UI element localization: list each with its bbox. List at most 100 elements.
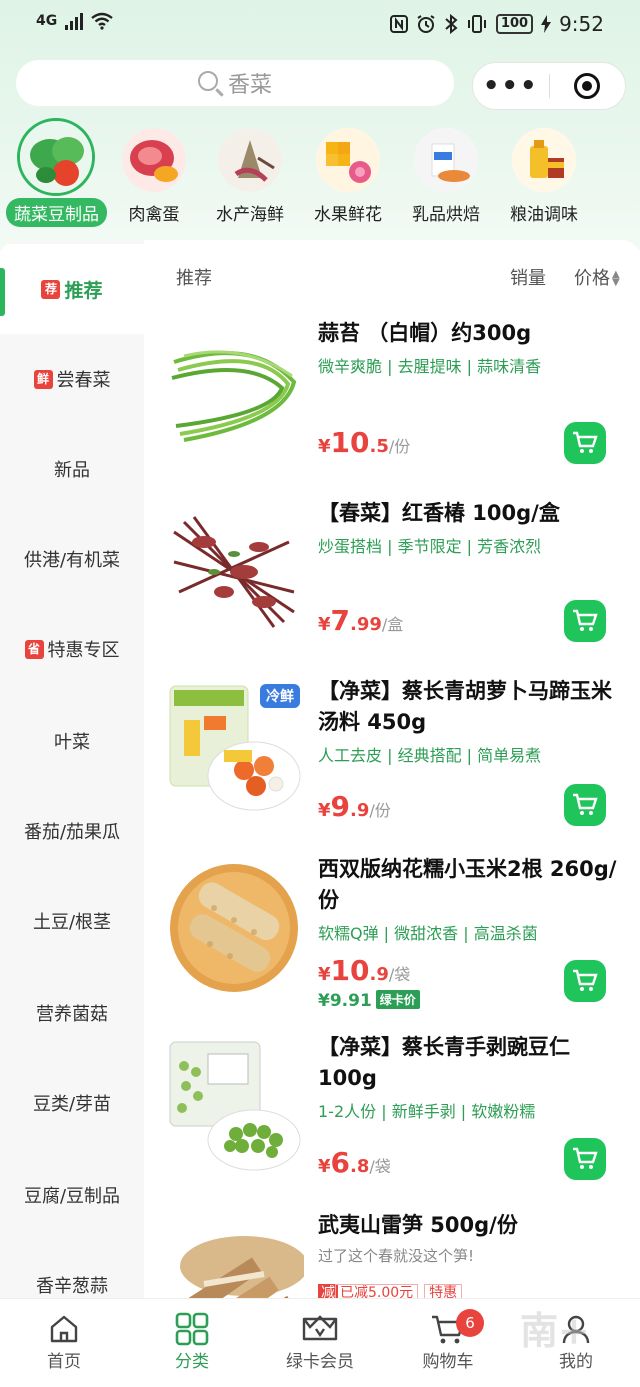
add-to-cart-button[interactable]: [564, 784, 606, 826]
cart-icon: [573, 969, 598, 991]
category-vegetables[interactable]: 蔬菜豆制品: [6, 118, 107, 227]
category-label: 蔬菜豆制品: [6, 198, 107, 227]
sidebar-item-mushroom[interactable]: 营养菌菇: [0, 968, 144, 1058]
product-subtitle: 过了这个春就没这个笋!: [318, 1247, 475, 1265]
sort-recommend[interactable]: 推荐: [176, 264, 212, 290]
sidebar-item-label: 叶菜: [54, 732, 90, 753]
product-image: [164, 502, 304, 642]
battery-icon: 100: [495, 14, 534, 34]
sort-bar: 推荐 销量 价格 ▲ ▼: [144, 240, 640, 310]
category-label: 乳品烘焙: [412, 205, 480, 225]
sort-price-label: 价格: [574, 268, 610, 289]
tab-home[interactable]: 首页: [0, 1311, 128, 1372]
sidebar-item-label: 香辛葱蒜: [36, 1276, 108, 1297]
product-card[interactable]: 武夷山雷笋 500g/份 过了这个春就没这个笋! 减已减5.00元 特惠: [158, 1210, 628, 1298]
category-meat[interactable]: 肉禽蛋: [104, 118, 204, 225]
alarm-icon: [417, 15, 435, 33]
special-offer-badge: 特惠: [424, 1284, 463, 1298]
product-title: 【春菜】红香椿 100g/盒: [318, 501, 560, 525]
sidebar-item-tofu[interactable]: 豆腐/豆制品: [0, 1150, 144, 1240]
cold-fresh-badge: 冷鲜: [260, 684, 300, 708]
currency-symbol: ¥: [318, 436, 331, 457]
price-unit: /份: [388, 437, 411, 456]
tab-label: 购物车: [422, 1352, 474, 1372]
subcategory-sidebar: 荐 推荐 鲜 尝春菜 新品 供港/有机菜 省 特惠专区 叶菜 番茄/茄果瓜 土豆…: [0, 240, 144, 1298]
currency-symbol: ¥: [318, 964, 331, 985]
product-tags: 微辛爽脆 | 去腥提味 | 蒜味清香: [318, 357, 542, 376]
currency-symbol: ¥: [318, 614, 331, 635]
sidebar-item-label: 新品: [54, 460, 90, 481]
product-price: ¥10.9/袋: [318, 954, 410, 987]
product-card[interactable]: 【春菜】红香椿 100g/盒 炒蛋搭档 | 季节限定 | 芳香浓烈 ¥7.99/…: [158, 498, 628, 676]
sidebar-item-label: 豆类/芽苗: [32, 1094, 112, 1115]
meat-image: [122, 128, 186, 192]
price-integer: 10: [330, 954, 370, 987]
product-card[interactable]: 【净菜】蔡长青手剥豌豆仁100g 1-2人份 | 新鲜手剥 | 软嫩粉糯 ¥6.…: [158, 1032, 628, 1210]
sidebar-item-recommend[interactable]: 荐 推荐: [0, 244, 144, 334]
sidebar-item-label: 营养菌菇: [36, 1004, 108, 1025]
home-icon: [50, 1315, 78, 1343]
product-title: 【净菜】蔡长青手剥豌豆仁100g: [318, 1035, 570, 1090]
product-title: 西双版纳花糯小玉米2根 260g/份: [318, 857, 617, 912]
fruit-image: [316, 128, 380, 192]
product-image: [164, 858, 304, 998]
sidebar-item-potato[interactable]: 土豆/根茎: [0, 876, 144, 966]
cart-icon: [573, 431, 598, 453]
add-to-cart-button[interactable]: [564, 1138, 606, 1180]
more-options-button[interactable]: •••: [473, 73, 549, 99]
category-dairy[interactable]: 乳品烘焙: [396, 118, 496, 225]
category-fruit[interactable]: 水果鲜花: [298, 118, 398, 225]
tab-category[interactable]: 分类: [128, 1311, 256, 1372]
sidebar-item-organic[interactable]: 供港/有机菜: [0, 514, 144, 604]
sidebar-item-label: 尝春菜: [56, 370, 111, 391]
product-tags: 软糯Q弹 | 微甜浓香 | 高温杀菌: [318, 924, 538, 943]
sidebar-item-leafy[interactable]: 叶菜: [0, 696, 144, 786]
save-badge: 省: [24, 639, 44, 659]
fresh-badge: 鲜: [33, 369, 53, 389]
product-tags: 人工去皮 | 经典搭配 | 简单易煮: [318, 746, 542, 765]
search-input[interactable]: 香菜: [16, 60, 454, 106]
product-title: 蒜苔 （白帽）约300g: [318, 321, 532, 345]
sidebar-item-tomato[interactable]: 番茄/茄果瓜: [0, 786, 144, 876]
price-unit: /份: [369, 801, 391, 820]
product-card[interactable]: 冷鲜 【净菜】蔡长青胡萝卜马蹄玉米汤料 450g 人工去皮 | 经典搭配 | 简…: [158, 676, 628, 854]
cart-count-badge: 6: [456, 1309, 484, 1337]
product-card[interactable]: 蒜苔 （白帽）约300g 微辛爽脆 | 去腥提味 | 蒜味清香 ¥10.5/份: [158, 318, 628, 496]
sidebar-item-spring-vegetables[interactable]: 鲜 尝春菜: [0, 334, 144, 424]
sidebar-item-spices[interactable]: 香辛葱蒜: [0, 1240, 144, 1298]
tab-label: 分类: [175, 1352, 209, 1372]
add-to-cart-button[interactable]: [564, 600, 606, 642]
sort-sales[interactable]: 销量: [510, 264, 546, 290]
dairy-image: [414, 128, 478, 192]
sort-price[interactable]: 价格 ▲ ▼: [574, 264, 620, 290]
tab-cart[interactable]: 6 购物车: [384, 1309, 512, 1372]
currency-symbol: ¥: [318, 800, 331, 821]
product-card[interactable]: 西双版纳花糯小玉米2根 260g/份 软糯Q弹 | 微甜浓香 | 高温杀菌 ¥1…: [158, 854, 628, 1032]
category-row: 蔬菜豆制品 肉禽蛋 水产海鲜 水果鲜花 乳品烘焙 粮油调味 全部: [0, 118, 640, 320]
category-grain-oil[interactable]: 粮油调味: [494, 118, 594, 225]
cart-icon: [573, 793, 598, 815]
product-tags: 炒蛋搭档 | 季节限定 | 芳香浓烈: [318, 537, 542, 556]
miniprogram-capsule: •••: [472, 62, 626, 110]
category-label: 水果鲜花: [314, 205, 382, 225]
sidebar-item-special-offers[interactable]: 省 特惠专区: [0, 604, 144, 694]
product-price: ¥6.8/袋: [318, 1146, 391, 1179]
sidebar-item-new[interactable]: 新品: [0, 424, 144, 514]
vegetables-image: [17, 118, 95, 196]
price-decimal: .9: [350, 800, 370, 821]
discount-amount: 已减5.00元: [335, 1284, 419, 1298]
sidebar-item-beans[interactable]: 豆类/芽苗: [0, 1058, 144, 1148]
cart-icon: [573, 1147, 598, 1169]
recommend-badge: 荐: [41, 279, 61, 299]
main-panel: 荐 推荐 鲜 尝春菜 新品 供港/有机菜 省 特惠专区 叶菜 番茄/茄果瓜 土豆…: [0, 240, 640, 1298]
add-to-cart-button[interactable]: [564, 960, 606, 1002]
category-seafood[interactable]: 水产海鲜: [200, 118, 300, 225]
close-miniprogram-button[interactable]: [550, 73, 626, 99]
cart-icon: [573, 609, 598, 631]
sidebar-item-label: 特惠专区: [47, 640, 120, 661]
product-title: 【净菜】蔡长青胡萝卜马蹄玉米汤料 450g: [318, 679, 612, 734]
product-price: ¥9.9/份: [318, 790, 391, 823]
add-to-cart-button[interactable]: [564, 422, 606, 464]
tab-membership[interactable]: 绿卡会员: [256, 1311, 384, 1372]
category-grid-icon: [175, 1312, 209, 1346]
